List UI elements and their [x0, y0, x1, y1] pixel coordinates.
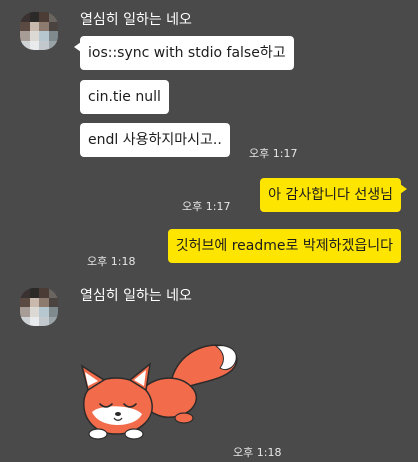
message-time: 오후 1:17 [249, 147, 298, 160]
message-text: endl 사용하지마시고.. [88, 132, 222, 148]
message-bubble[interactable]: ios::sync with stdio false하고 [74, 36, 294, 70]
message-text: cin.tie null [88, 89, 161, 105]
message-bubble[interactable]: cin.tie null [80, 80, 169, 114]
message-time: 오후 1:18 [87, 255, 136, 268]
message-bubble[interactable]: 깃허브에 readme로 박제하겠읍니다 [167, 229, 401, 263]
message-bubble[interactable]: 아 감사합니다 선생님 [260, 178, 407, 212]
message-time: 오후 1:18 [233, 446, 282, 459]
sender-name: 열심히 일하는 네오 [80, 12, 192, 28]
avatar[interactable] [20, 12, 58, 50]
avatar[interactable] [20, 288, 58, 326]
message-bubble[interactable]: endl 사용하지마시고.. [80, 123, 230, 157]
sleeping-fox-sticker-icon[interactable] [76, 338, 246, 450]
message-text: 깃허브에 readme로 박제하겠읍니다 [175, 238, 393, 254]
message-time: 오후 1:17 [182, 200, 231, 213]
sender-name: 열심히 일하는 네오 [80, 288, 192, 304]
message-text: 아 감사합니다 선생님 [268, 187, 393, 203]
message-text: ios::sync with stdio false하고 [88, 45, 286, 61]
